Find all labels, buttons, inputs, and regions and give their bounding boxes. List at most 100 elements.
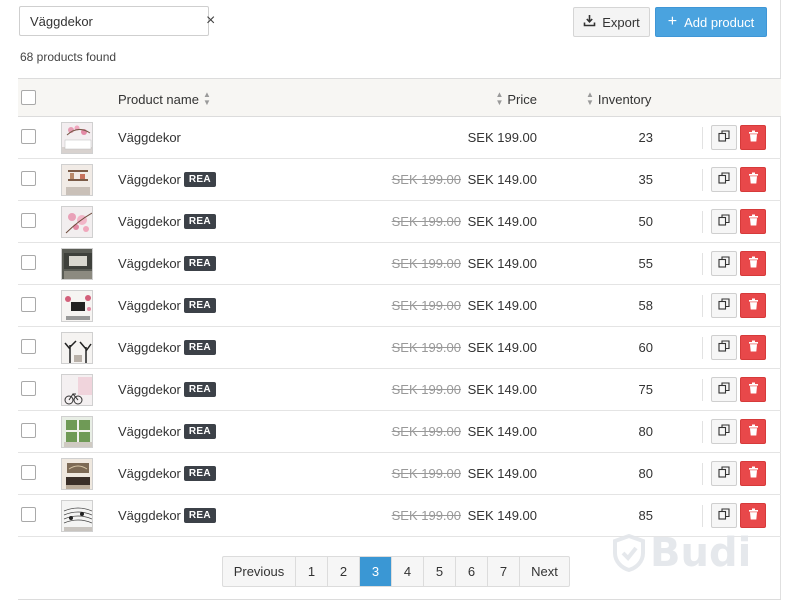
export-button[interactable]: Export: [573, 7, 650, 37]
delete-button[interactable]: [740, 125, 766, 150]
plus-icon: +: [667, 13, 678, 30]
page-3-button[interactable]: 3: [360, 557, 392, 586]
product-name-link[interactable]: Väggdekor: [118, 214, 181, 229]
inventory-count: 60: [638, 340, 653, 355]
row-checkbox[interactable]: [21, 339, 36, 354]
table-row: Väggdekor REA SEK 199.00 SEK 149.00 80: [18, 453, 781, 495]
row-checkbox[interactable]: [21, 507, 36, 522]
add-product-button[interactable]: + Add product: [655, 7, 767, 37]
row-checkbox[interactable]: [21, 255, 36, 270]
duplicate-icon: [718, 256, 730, 271]
price: SEK 149.00: [467, 298, 537, 313]
search-input[interactable]: [20, 7, 206, 35]
page-5-button[interactable]: 5: [424, 557, 456, 586]
product-name-link[interactable]: Väggdekor: [118, 298, 181, 313]
inventory-count: 55: [638, 256, 653, 271]
duplicate-button[interactable]: [711, 419, 737, 444]
product-name-link[interactable]: Väggdekor: [118, 256, 181, 271]
delete-button[interactable]: [740, 461, 766, 486]
product-name-cell: Väggdekor REA: [118, 382, 216, 397]
row-checkbox[interactable]: [21, 465, 36, 480]
duplicate-button[interactable]: [711, 167, 737, 192]
product-name-link[interactable]: Väggdekor: [118, 130, 181, 145]
price: SEK 149.00: [467, 424, 537, 439]
row-checkbox[interactable]: [21, 423, 36, 438]
duplicate-button[interactable]: [711, 125, 737, 150]
sale-badge: REA: [183, 508, 216, 523]
product-thumbnail[interactable]: [61, 248, 93, 280]
product-name-link[interactable]: Väggdekor: [118, 382, 181, 397]
table-row: Väggdekor REA SEK 199.00 SEK 149.00 80: [18, 411, 781, 453]
delete-button[interactable]: [740, 419, 766, 444]
row-checkbox[interactable]: [21, 381, 36, 396]
page-6-button[interactable]: 6: [456, 557, 488, 586]
header-product-name-label: Product name: [118, 91, 199, 107]
page-4-button[interactable]: 4: [392, 557, 424, 586]
product-thumbnail[interactable]: [61, 290, 93, 322]
delete-button[interactable]: [740, 503, 766, 528]
row-checkbox[interactable]: [21, 213, 36, 228]
duplicate-button[interactable]: [711, 377, 737, 402]
select-all-checkbox[interactable]: [21, 90, 36, 105]
product-name-link[interactable]: Väggdekor: [118, 172, 181, 187]
product-thumbnail[interactable]: [61, 416, 93, 448]
actions-divider: [702, 463, 703, 485]
actions-divider: [702, 169, 703, 191]
duplicate-button[interactable]: [711, 503, 737, 528]
row-checkbox[interactable]: [21, 297, 36, 312]
duplicate-icon: [718, 424, 730, 439]
page-7-button[interactable]: 7: [488, 557, 520, 586]
product-name-cell: Väggdekor REA: [118, 424, 216, 439]
delete-button[interactable]: [740, 209, 766, 234]
duplicate-button[interactable]: [711, 209, 737, 234]
page-2-button[interactable]: 2: [328, 557, 360, 586]
product-thumbnail[interactable]: [61, 332, 93, 364]
product-thumbnail[interactable]: [61, 164, 93, 196]
next-page-button[interactable]: Next: [520, 557, 569, 586]
product-name-cell: Väggdekor REA: [118, 214, 216, 229]
product-thumbnail[interactable]: [61, 122, 93, 154]
row-checkbox[interactable]: [21, 129, 36, 144]
product-name-link[interactable]: Väggdekor: [118, 340, 181, 355]
duplicate-icon: [718, 214, 730, 229]
header-price[interactable]: ▲ ▼ Price: [495, 91, 537, 107]
table-header: Product name ▲ ▼ ▲ ▼ Price ▲ ▼ Inventory: [18, 78, 781, 117]
duplicate-icon: [718, 340, 730, 355]
price: SEK 149.00: [467, 340, 537, 355]
product-name-link[interactable]: Väggdekor: [118, 424, 181, 439]
product-name-link[interactable]: Väggdekor: [118, 466, 181, 481]
product-thumbnail[interactable]: [61, 500, 93, 532]
product-thumbnail[interactable]: [61, 458, 93, 490]
clear-search-icon[interactable]: ×: [206, 7, 215, 35]
delete-button[interactable]: [740, 293, 766, 318]
product-thumbnail[interactable]: [61, 374, 93, 406]
row-checkbox[interactable]: [21, 171, 36, 186]
actions-divider: [702, 505, 703, 527]
header-product-name[interactable]: Product name ▲ ▼: [118, 91, 211, 107]
product-name-link[interactable]: Väggdekor: [118, 508, 181, 523]
duplicate-icon: [718, 382, 730, 397]
original-price: SEK 199.00: [391, 298, 461, 313]
duplicate-button[interactable]: [711, 293, 737, 318]
delete-button[interactable]: [740, 377, 766, 402]
original-price: SEK 199.00: [391, 466, 461, 481]
delete-button[interactable]: [740, 167, 766, 192]
trash-icon: [748, 172, 759, 187]
duplicate-button[interactable]: [711, 251, 737, 276]
table-row: Väggdekor REA SEK 199.00 SEK 149.00 60: [18, 327, 781, 369]
inventory-count: 75: [638, 382, 653, 397]
trash-icon: [748, 256, 759, 271]
actions-divider: [702, 379, 703, 401]
duplicate-button[interactable]: [711, 461, 737, 486]
sale-badge: REA: [183, 298, 216, 313]
page-1-button[interactable]: 1: [296, 557, 328, 586]
previous-page-button[interactable]: Previous: [223, 557, 296, 586]
delete-button[interactable]: [740, 335, 766, 360]
delete-button[interactable]: [740, 251, 766, 276]
trash-icon: [748, 214, 759, 229]
product-thumbnail[interactable]: [61, 206, 93, 238]
trash-icon: [748, 298, 759, 313]
header-inventory[interactable]: ▲ ▼ Inventory: [586, 91, 651, 107]
duplicate-button[interactable]: [711, 335, 737, 360]
table-row: Väggdekor REA SEK 199.00 SEK 149.00 55: [18, 243, 781, 285]
